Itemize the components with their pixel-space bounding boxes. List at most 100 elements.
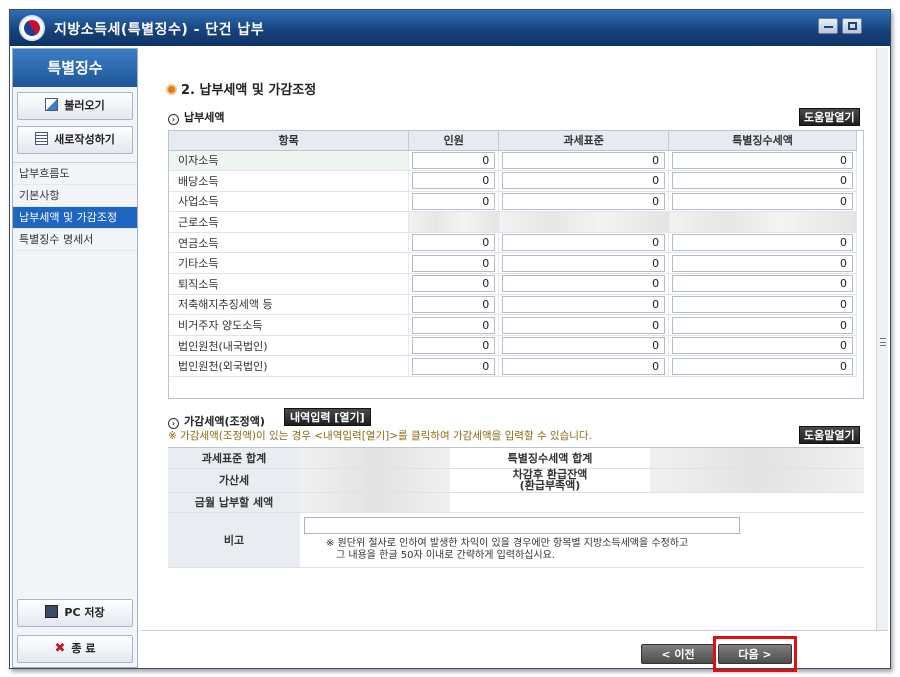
monthly-payment-label: 금월 납부할 세액: [168, 492, 300, 513]
detail-input-button[interactable]: 내역입력 [열기]: [284, 408, 371, 426]
sidebar-item-basic-info[interactable]: 기본사항: [13, 185, 137, 207]
payment-base-input[interactable]: 0: [502, 357, 666, 375]
vertical-scrollbar[interactable]: [876, 48, 888, 630]
pc-save-button[interactable]: PC 저장: [17, 599, 133, 627]
col-header-item: 항목: [169, 131, 410, 151]
additional-tax-label: 가산세: [168, 468, 300, 493]
tax-base-total-label: 과세표준 합계: [168, 448, 300, 469]
refund-balance-label: 차감후 환급잔액 (환급부족액): [450, 468, 650, 493]
payment-tax-input[interactable]: 0: [672, 275, 853, 293]
exit-x-icon: ✖: [54, 641, 66, 656]
title-bar: 지방소득세(특별징수) - 단건 납부: [10, 10, 890, 46]
exit-button[interactable]: ✖ 종 료: [17, 635, 133, 663]
sidebar-header: 특별징수: [13, 49, 137, 87]
payment-cell-base: 0: [498, 314, 670, 336]
tax-base-total-value: [300, 448, 450, 469]
payment-cell-base: 0: [498, 150, 670, 172]
payment-base-input[interactable]: 0: [502, 295, 666, 313]
payment-row-label: 사업소득: [169, 191, 410, 213]
payment-table-header: 항목 인원 과세표준 특별징수세액: [169, 131, 857, 151]
payment-count-input[interactable]: 0: [412, 254, 496, 272]
payment-tax-input[interactable]: 0: [672, 151, 853, 169]
load-button[interactable]: 불러오기: [17, 92, 133, 120]
payment-cell-tax: [668, 211, 857, 233]
payment-tax-input[interactable]: 0: [672, 337, 853, 355]
payment-tax-input[interactable]: 0: [672, 357, 853, 375]
monthly-payment-value: [300, 492, 450, 513]
window-title: 지방소득세(특별징수) - 단건 납부: [54, 22, 265, 38]
payment-cell-count: 0: [408, 170, 500, 192]
monthly-payment-spacer: [450, 492, 864, 513]
payment-count-input[interactable]: 0: [412, 275, 496, 293]
payment-cell-tax: 0: [668, 314, 857, 336]
sidebar-nav: 납부흐름도 기본사항 납부세액 및 가감조정 특별징수 명세서: [13, 162, 137, 251]
payment-row: 비거주자 양도소득 0 0 0: [169, 314, 857, 336]
new-button[interactable]: 새로작성하기: [17, 126, 133, 154]
remarks-label: 비고: [168, 512, 300, 568]
payment-cell-tax: 0: [668, 170, 857, 192]
chevron-right-icon: ›: [168, 114, 179, 125]
payment-cell-tax: 0: [668, 191, 857, 213]
section-title: 2. 납부세액 및 가감조정: [166, 79, 316, 98]
payment-base-input[interactable]: 0: [502, 316, 666, 334]
payment-cell-count: 0: [408, 150, 500, 172]
payment-count-input[interactable]: 0: [412, 357, 496, 375]
payment-count-input[interactable]: 0: [412, 151, 496, 169]
payment-cell-tax: 0: [668, 335, 857, 357]
sidebar-item-payment-adjust[interactable]: 납부세액 및 가감조정: [13, 207, 137, 229]
col-header-base: 과세표준: [498, 131, 670, 151]
payment-tax-input[interactable]: 0: [672, 254, 853, 272]
adjust-table: 과세표준 합계 특별징수세액 합계 가산세 차감후 환급잔액 (환급부족액) 금…: [168, 447, 864, 568]
payment-count-input[interactable]: 0: [412, 234, 496, 252]
payment-base-input[interactable]: 0: [502, 337, 666, 355]
payment-tax-input[interactable]: 0: [672, 192, 853, 210]
payment-cell-count: 0: [408, 294, 500, 316]
payment-tax-input[interactable]: 0: [672, 234, 853, 252]
sidebar-item-statement[interactable]: 특별징수 명세서: [13, 229, 137, 251]
payment-base-input[interactable]: 0: [502, 192, 666, 210]
payment-row: 이자소득 0 0 0: [169, 150, 857, 172]
load-button-label: 불러오기: [64, 99, 105, 112]
col-header-tax: 특별징수세액: [668, 131, 857, 151]
payment-base-input[interactable]: 0: [502, 172, 666, 190]
payment-cell-count: 0: [408, 252, 500, 275]
taegeuk-logo-icon: [19, 15, 45, 41]
payment-base-input[interactable]: 0: [502, 275, 666, 293]
payment-tax-input[interactable]: 0: [672, 295, 853, 313]
payment-cell-tax: 0: [668, 252, 857, 275]
scroll-grip-icon[interactable]: [880, 338, 886, 346]
payment-count-input[interactable]: 0: [412, 295, 496, 313]
minimize-icon[interactable]: [818, 18, 838, 34]
payment-count-input[interactable]: 0: [412, 337, 496, 355]
payment-base-input[interactable]: 0: [502, 234, 666, 252]
payment-cell-base: 0: [498, 232, 670, 254]
payment-tax-input[interactable]: 0: [672, 172, 853, 190]
adjust-help-button[interactable]: 도움말열기: [799, 426, 860, 444]
payment-help-button[interactable]: 도움말열기: [799, 108, 860, 126]
payment-count-input[interactable]: 0: [412, 192, 496, 210]
refund-balance-value: [650, 468, 864, 493]
pc-save-label: PC 저장: [64, 606, 105, 619]
payment-row-label: 근로소득: [169, 211, 410, 233]
col-header-count: 인원: [408, 131, 500, 151]
app-window: 지방소득세(특별징수) - 단건 납부 특별징수 불러오기 새로작성하기 납부흐…: [9, 9, 891, 672]
payment-row: 법인원천(내국법인) 0 0 0: [169, 335, 857, 357]
restore-icon[interactable]: [842, 18, 862, 34]
payment-row-label: 퇴직소득: [169, 273, 410, 295]
payment-cell-base: 0: [498, 355, 670, 378]
payment-count-input[interactable]: 0: [412, 316, 496, 334]
special-tax-total-label: 특별징수세액 합계: [450, 448, 650, 469]
payment-base-input[interactable]: 0: [502, 151, 666, 169]
payment-base-input[interactable]: 0: [502, 254, 666, 272]
remarks-input[interactable]: [304, 516, 740, 534]
adjust-note: ※ 가감세액(조정액)이 있는 경우 <내역입력[열기]>를 클릭하여 가감세액…: [168, 430, 592, 442]
payment-count-input[interactable]: 0: [412, 172, 496, 190]
sidebar-item-payment-flow[interactable]: 납부흐름도: [13, 163, 137, 185]
payment-tax-input[interactable]: 0: [672, 316, 853, 334]
payment-table: 항목 인원 과세표준 특별징수세액 이자소득 0 0 0 배당소득 0 0 0 사업소득 0 0 0 근…: [168, 130, 864, 399]
additional-tax-value: [300, 468, 450, 493]
payment-cell-base: 0: [498, 273, 670, 295]
prev-button[interactable]: < 이전: [641, 644, 715, 664]
payment-cell-tax: 0: [668, 273, 857, 295]
payment-row-label: 저축해지추징세액 등: [169, 294, 410, 316]
